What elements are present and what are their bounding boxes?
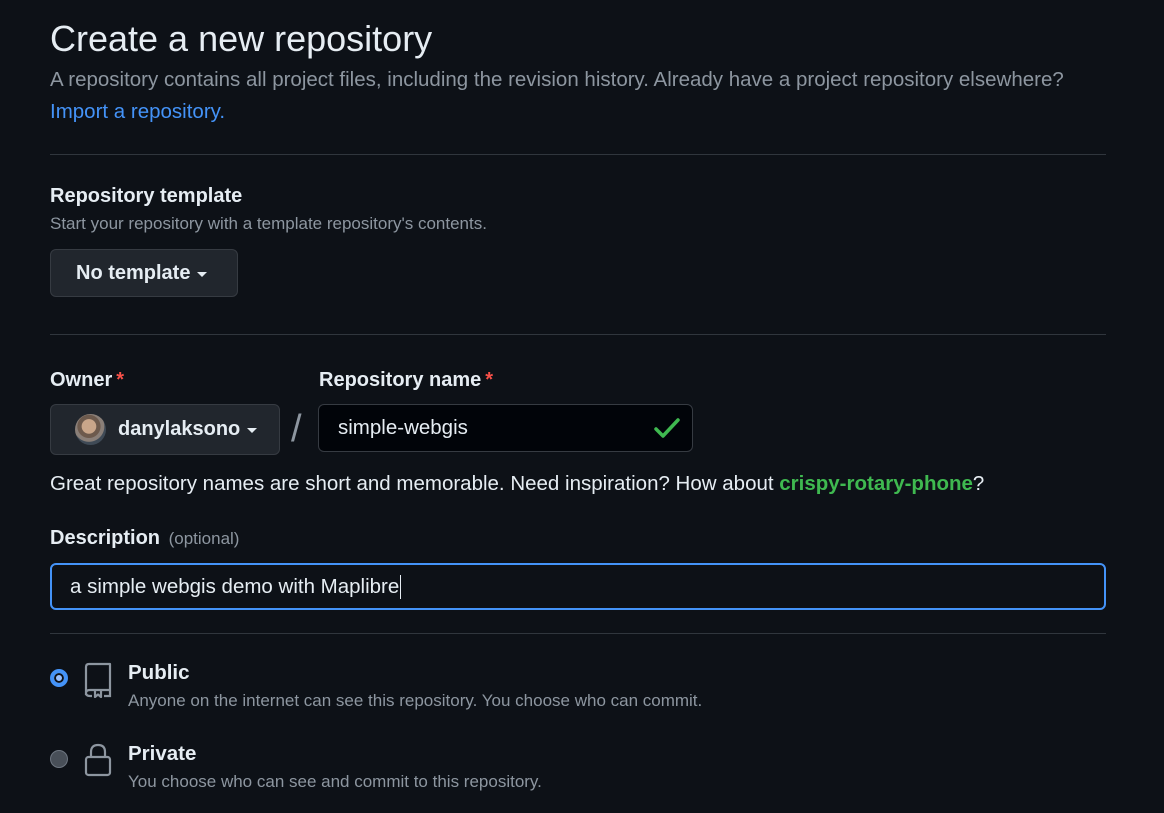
description-label-text: Description <box>50 527 161 549</box>
repo-name-input[interactable]: simple-webgis <box>318 404 693 452</box>
public-description: Anyone on the internet can see this repo… <box>128 691 703 710</box>
description-value: a simple webgis demo with Maplibre <box>70 574 400 598</box>
hint-text: Great repository names are short and mem… <box>50 472 780 495</box>
owner-label: Owner * <box>50 367 124 393</box>
caret-down-icon <box>197 271 208 277</box>
lock-icon <box>84 743 112 777</box>
avatar <box>75 414 106 445</box>
description-input[interactable]: a simple webgis demo with Maplibre <box>50 563 1106 610</box>
divider <box>50 633 1106 634</box>
template-dropdown-button[interactable]: No template <box>50 249 238 297</box>
repo-name-hint: Great repository names are short and mem… <box>50 470 984 498</box>
template-heading: Repository template <box>50 185 243 207</box>
divider <box>50 154 1106 155</box>
page-title: Create a new repository <box>50 18 433 59</box>
owner-value: danylaksono <box>118 418 241 440</box>
repo-icon <box>84 662 112 698</box>
public-title: Public <box>128 661 190 684</box>
owner-dropdown-button[interactable]: danylaksono <box>50 404 280 455</box>
suggested-name-link[interactable]: crispy-rotary-phone <box>779 472 973 495</box>
required-mark: * <box>485 369 494 391</box>
owner-repo-separator: / <box>291 408 302 450</box>
template-button-label: No template <box>76 261 191 284</box>
caret-down-icon <box>247 428 258 433</box>
text-cursor <box>400 574 402 599</box>
private-title: Private <box>128 742 197 765</box>
repo-name-label: Repository name * <box>319 367 493 393</box>
page-subtitle: A repository contains all project files,… <box>50 68 1064 91</box>
owner-label-text: Owner <box>50 369 113 391</box>
repo-name-value: simple-webgis <box>338 416 468 439</box>
divider <box>50 334 1106 335</box>
import-repository-link[interactable]: Import a repository. <box>50 98 225 126</box>
hint-suffix: ? <box>972 472 985 495</box>
template-note: Start your repository with a template re… <box>50 214 487 233</box>
new-repository-page: Create a new repository A repository con… <box>0 0 1164 813</box>
public-radio[interactable] <box>50 669 68 687</box>
required-mark: * <box>116 369 125 391</box>
optional-label: (optional) <box>168 529 240 548</box>
private-radio[interactable] <box>50 750 68 768</box>
repo-name-label-text: Repository name <box>319 369 482 391</box>
private-description: You choose who can see and commit to thi… <box>128 772 542 791</box>
description-label: Description (optional) <box>50 525 239 552</box>
check-icon <box>654 418 680 438</box>
